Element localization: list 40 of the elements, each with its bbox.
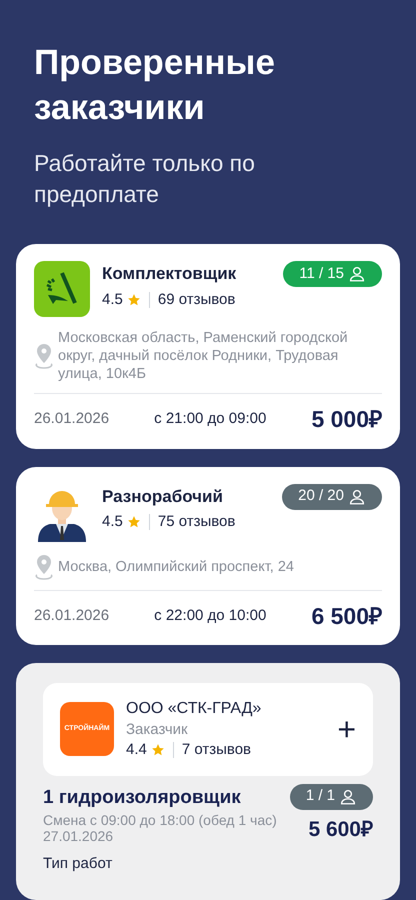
people-icon — [348, 265, 366, 283]
star-icon — [126, 292, 141, 307]
vacancy-count-badge: 1 / 1 — [290, 784, 373, 810]
star-icon — [126, 515, 141, 530]
shift-time: с 21:00 до 09:00 — [154, 409, 266, 429]
page-title: Проверенные заказчики — [34, 42, 276, 129]
star-icon — [150, 743, 165, 758]
people-icon — [348, 488, 366, 506]
price-text: 6 500₽ — [311, 602, 382, 630]
shift-time: с 22:00 до 10:00 — [154, 606, 266, 626]
people-icon — [339, 788, 357, 806]
job-title: Разнорабочий — [102, 486, 224, 508]
vacancy-count-badge: 20 / 20 — [282, 484, 382, 510]
address-text: Московская область, Раменский городской округ, дачный посёлок Родники, Трудовая улица, 10к4Б — [58, 329, 349, 383]
company-role: Заказчик — [126, 721, 189, 739]
reviews-count: 75 отзывов — [158, 512, 236, 532]
job-title: 1 гидроизоляровщик — [43, 786, 242, 810]
shift-date: 26.01.2026 — [34, 409, 110, 429]
location-pin-icon — [34, 554, 54, 580]
add-button[interactable]: + — [337, 713, 356, 746]
wheat-logo — [34, 261, 90, 317]
rating-value: 4.4 — [126, 740, 147, 760]
shift-date: 27.01.2026 — [43, 828, 114, 845]
vacancy-count-badge: 11 / 15 — [283, 261, 382, 287]
job-card[interactable]: Комплектовщик 4.5 69 отзывов 11 / 15 Московская область, Раменский городской округ, дачный посёлок Родники, Трудовая улица, 10к4Б 26.01.2026 с 21:00 до 09:00 5 000₽ — [16, 244, 400, 448]
address-text: Москва, Олимпийский проспект, 24 — [58, 558, 294, 576]
job-title: Комплектовщик — [102, 263, 238, 285]
rating-value: 4.5 — [102, 512, 123, 532]
section-title: Тип работ — [42, 854, 114, 874]
price-text: 5 600₽ — [308, 816, 373, 842]
rating-value: 4.5 — [102, 290, 123, 310]
job-card[interactable]: Разнорабочий 4.5 75 отзывов 20 / 20 Москва, Олимпийский проспект, 24 26.01.2026 с 22:00 до 10:00 6 500₽ — [16, 466, 400, 645]
shift-date: 26.01.2026 — [34, 606, 110, 626]
page-subtitle: Работайте только по предоплате — [34, 149, 256, 209]
reviews-count: 69 отзывов — [158, 290, 236, 310]
shift-time: Смена с 09:00 до 18:00 (обед 1 час) — [43, 812, 277, 828]
location-pin-icon — [34, 343, 54, 369]
price-text: 5 000₽ — [311, 405, 382, 434]
reviews-count: 7 отзывов — [182, 740, 252, 760]
company-name: ООО «СТК-ГРАД» — [126, 699, 262, 719]
